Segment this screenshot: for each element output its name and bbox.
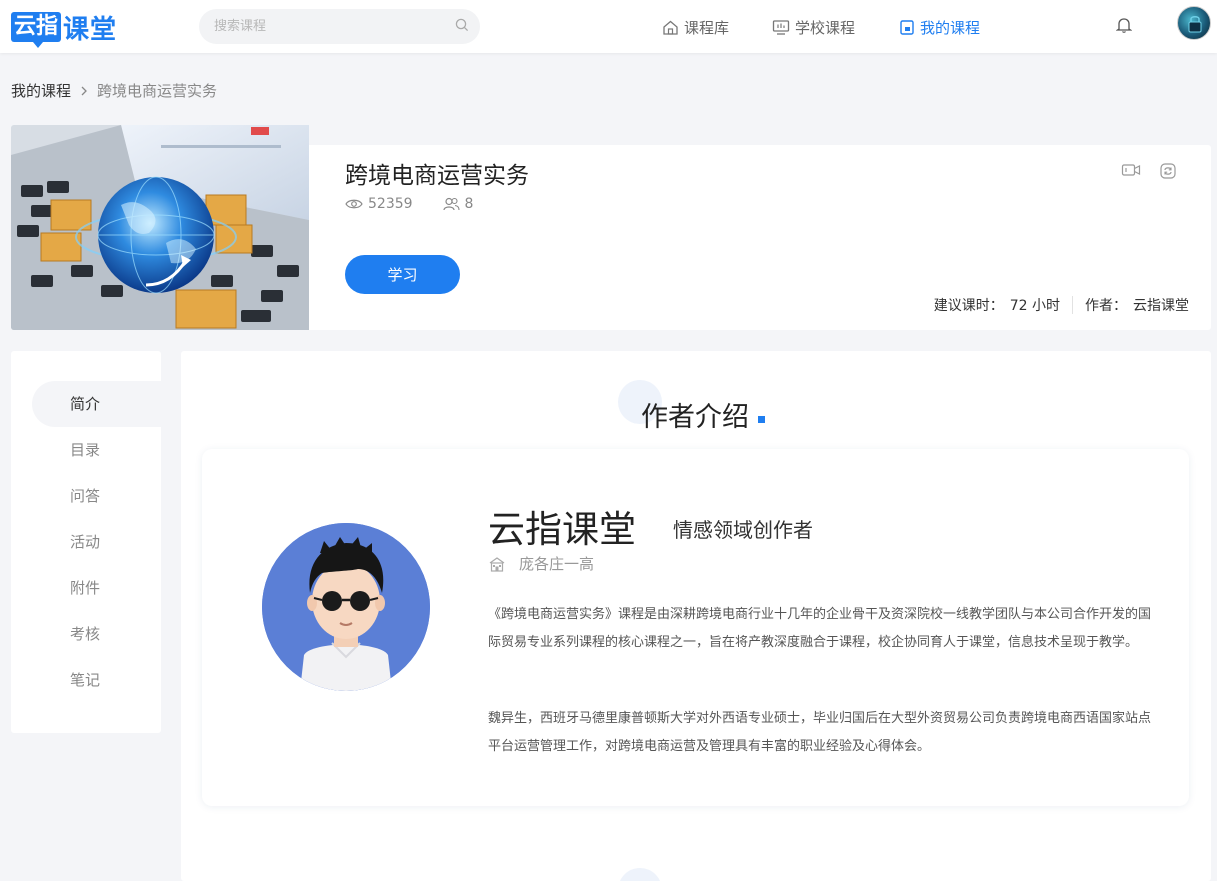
nav-my-courses[interactable]: 我的课程 — [899, 17, 980, 37]
bell-icon[interactable] — [1116, 16, 1132, 34]
home-icon — [663, 20, 678, 35]
course-card: 跨境电商运营实务 52359 8 学习 建议课时： 72 小时 作者： 云指课堂 — [11, 125, 1211, 330]
author-avatar — [262, 523, 430, 691]
author-school: 庞各庄一高 — [488, 553, 594, 574]
book-icon — [900, 19, 914, 35]
search-icon[interactable] — [455, 18, 469, 32]
breadcrumb: 我的课程 跨境电商运营实务 — [11, 80, 217, 101]
users-icon — [442, 197, 460, 211]
nav-school-courses[interactable]: 学校课程 — [772, 17, 855, 37]
nav-course-library[interactable]: 课程库 — [662, 17, 729, 37]
refresh-icon[interactable] — [1159, 162, 1177, 180]
chevron-right-icon — [81, 86, 87, 95]
video-icon[interactable] — [1121, 162, 1141, 180]
section-title: 作者介绍 — [641, 402, 749, 433]
search-input[interactable] — [214, 9, 444, 44]
lock-avatar-icon — [1188, 16, 1202, 33]
course-meta: 建议课时： 72 小时 作者： 云指课堂 — [934, 295, 1189, 315]
sidebar-item-activity[interactable]: 活动 — [11, 519, 161, 565]
course-cover-image — [11, 125, 309, 330]
sidebar-item-intro[interactable]: 简介 — [32, 381, 182, 427]
sidebar-item-attachments[interactable]: 附件 — [11, 565, 161, 611]
course-actions — [1103, 162, 1177, 180]
course-sidebar: 简介 目录 问答 活动 附件 考核 笔记 — [11, 351, 182, 733]
search-bar — [199, 9, 480, 44]
section-decoration-circle — [618, 868, 662, 881]
monitor-icon — [772, 19, 790, 35]
nav-label: 课程库 — [684, 18, 730, 37]
user-avatar[interactable] — [1177, 6, 1211, 40]
sidebar-item-notes[interactable]: 笔记 — [11, 657, 161, 703]
course-stats: 52359 8 — [345, 196, 503, 212]
logo-text: 课堂 — [63, 14, 118, 45]
breadcrumb-current: 跨境电商运营实务 — [97, 82, 218, 100]
author-description-course: 《跨境电商运营实务》课程是由深耕跨境电商行业十几年的企业骨干及资深院校一线教学团… — [488, 607, 1152, 650]
author-role: 情感领域创作者 — [673, 518, 813, 542]
hours-label: 建议课时： — [933, 298, 1004, 314]
eye-icon — [345, 199, 363, 209]
logo-box: 云指 — [11, 12, 62, 48]
title-decoration-dot — [758, 416, 765, 423]
cartoon-avatar-icon — [262, 523, 430, 691]
views-count: 52359 — [368, 196, 413, 212]
meta-divider — [1072, 296, 1073, 314]
author-value: 云指课堂 — [1133, 298, 1189, 314]
author-label: 作者： — [1085, 298, 1127, 314]
main-content: 作者介绍 云指课堂 情感领域创作者 庞各庄一高 《跨境电商运营实务》课程是由深耕… — [181, 351, 1211, 881]
course-info-panel: 跨境电商运营实务 52359 8 学习 建议课时： 72 小时 作者： 云指课堂 — [309, 145, 1211, 330]
school-icon — [489, 556, 505, 572]
members-stat: 8 — [442, 196, 474, 212]
sidebar-item-catalog[interactable]: 目录 — [11, 427, 161, 473]
author-card: 云指课堂 情感领域创作者 庞各庄一高 《跨境电商运营实务》课程是由深耕跨境电商行… — [202, 449, 1189, 806]
logo[interactable]: 云指 课堂 — [11, 8, 118, 48]
author-name: 云指课堂 — [488, 508, 636, 551]
breadcrumb-my-courses[interactable]: 我的课程 — [11, 80, 71, 101]
nav-label: 学校课程 — [795, 18, 856, 37]
members-count: 8 — [464, 196, 474, 212]
top-header: 云指 课堂 课程库 学校课程 我的课程 — [0, 0, 1217, 53]
sidebar-item-assessment[interactable]: 考核 — [11, 611, 161, 657]
nav-label: 我的课程 — [920, 18, 981, 37]
study-button[interactable]: 学习 — [345, 255, 460, 294]
course-title: 跨境电商运营实务 — [345, 163, 529, 189]
author-description-bio: 魏异生，西班牙马德里康普顿斯大学对外西语专业硕士，毕业归国后在大型外资贸易公司负… — [488, 711, 1152, 754]
views-stat: 52359 — [345, 196, 413, 212]
hours-value: 72 小时 — [1009, 298, 1060, 314]
author-school-name: 庞各庄一高 — [519, 555, 595, 573]
laptop-globe-illustration — [11, 125, 309, 330]
sidebar-item-qa[interactable]: 问答 — [11, 473, 161, 519]
